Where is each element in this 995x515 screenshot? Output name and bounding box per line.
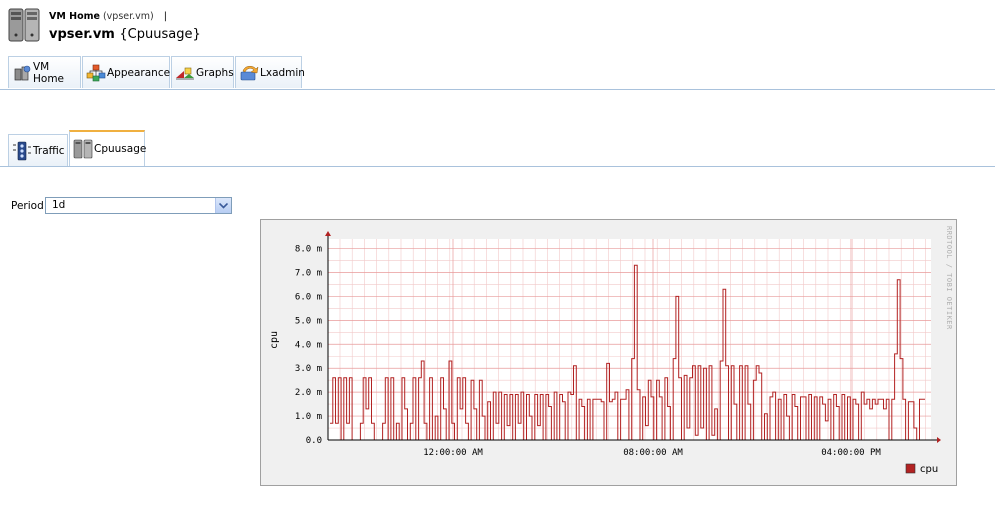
period-select[interactable]: 1d xyxy=(45,197,232,214)
lxadmin-icon xyxy=(240,65,259,80)
server-icon xyxy=(8,8,40,42)
y-tick-label: 4.0 m xyxy=(295,340,322,350)
tab-cpuusage-label: Cpuusage xyxy=(94,143,147,155)
main-tab-bar: VM Home Appearance Graphs Lxadmin xyxy=(0,56,995,91)
y-tick-label: 1.0 m xyxy=(295,412,322,422)
page-header: VM Home (vpser.vm) | vpser.vm {Cpuusage} xyxy=(0,0,995,52)
tab-graphs[interactable]: Graphs xyxy=(171,56,234,88)
tab-vm-home[interactable]: VM Home xyxy=(8,56,81,88)
y-tick-label: 5.0 m xyxy=(295,316,322,326)
y-tick-label: 3.0 m xyxy=(295,364,322,374)
page-title-section: {Cpuusage} xyxy=(119,27,201,42)
y-tick-label: 7.0 m xyxy=(295,269,322,279)
page-title-host: vpser.vm xyxy=(49,27,115,42)
y-axis-label: cpu xyxy=(269,331,280,349)
vm-home-icon xyxy=(14,65,31,80)
tab-lxadmin-label: Lxadmin xyxy=(260,66,305,79)
tab-traffic[interactable]: Traffic xyxy=(8,134,68,166)
y-tick-label: 8.0 m xyxy=(295,245,322,255)
main-tab-divider xyxy=(0,89,995,90)
x-tick-label: 04:00:00 PM xyxy=(821,448,881,458)
y-tick-label: 6.0 m xyxy=(295,292,322,302)
breadcrumb: VM Home (vpser.vm) | xyxy=(49,11,167,22)
x-axis-ticks: 12:00:00 AM 08:00:00 AM 04:00:00 PM xyxy=(423,448,881,458)
legend-label-cpu: cpu xyxy=(920,464,938,475)
period-selected-value: 1d xyxy=(52,199,66,211)
chevron-down-icon[interactable] xyxy=(215,198,231,213)
graphs-icon xyxy=(176,67,194,79)
tab-traffic-label: Traffic xyxy=(33,144,65,157)
rrdtool-watermark: RRDTOOL / TOBI OETIKER xyxy=(945,226,953,330)
page-title: vpser.vm {Cpuusage} xyxy=(49,27,201,42)
sub-tab-divider xyxy=(0,166,995,167)
breadcrumb-host: (vpser.vm) xyxy=(102,11,154,22)
tab-appearance[interactable]: Appearance xyxy=(82,56,170,88)
tab-lxadmin[interactable]: Lxadmin xyxy=(235,56,305,88)
sub-tab-bar: Traffic Cpuusage xyxy=(0,130,995,168)
period-label: Period xyxy=(11,200,44,212)
tab-cpuusage[interactable]: Cpuusage xyxy=(69,130,147,166)
appearance-icon xyxy=(86,64,106,81)
server-icon xyxy=(73,139,93,159)
x-tick-label: 08:00:00 AM xyxy=(623,448,683,458)
cpu-usage-chart: 0.0 1.0 m 2.0 m 3.0 m 4.0 m 5.0 m 6.0 m 7.0 m 8.… xyxy=(260,219,957,486)
y-tick-label: 0.0 xyxy=(306,436,322,446)
x-tick-label: 12:00:00 AM xyxy=(423,448,483,458)
legend-swatch-cpu xyxy=(905,463,916,474)
y-axis-ticks: 0.0 1.0 m 2.0 m 3.0 m 4.0 m 5.0 m 6.0 m 7.0 m 8.… xyxy=(295,245,322,446)
traffic-icon xyxy=(13,141,31,160)
chart-canvas: 0.0 1.0 m 2.0 m 3.0 m 4.0 m 5.0 m 6.0 m 7.0 m 8.… xyxy=(269,226,953,475)
tab-graphs-label: Graphs xyxy=(196,66,234,79)
tab-appearance-label: Appearance xyxy=(107,66,171,79)
breadcrumb-separator: | xyxy=(163,11,167,22)
y-tick-label: 2.0 m xyxy=(295,388,322,398)
tab-vm-home-label: VM Home xyxy=(33,60,65,85)
breadcrumb-vm-home-link[interactable]: VM Home xyxy=(49,11,100,22)
